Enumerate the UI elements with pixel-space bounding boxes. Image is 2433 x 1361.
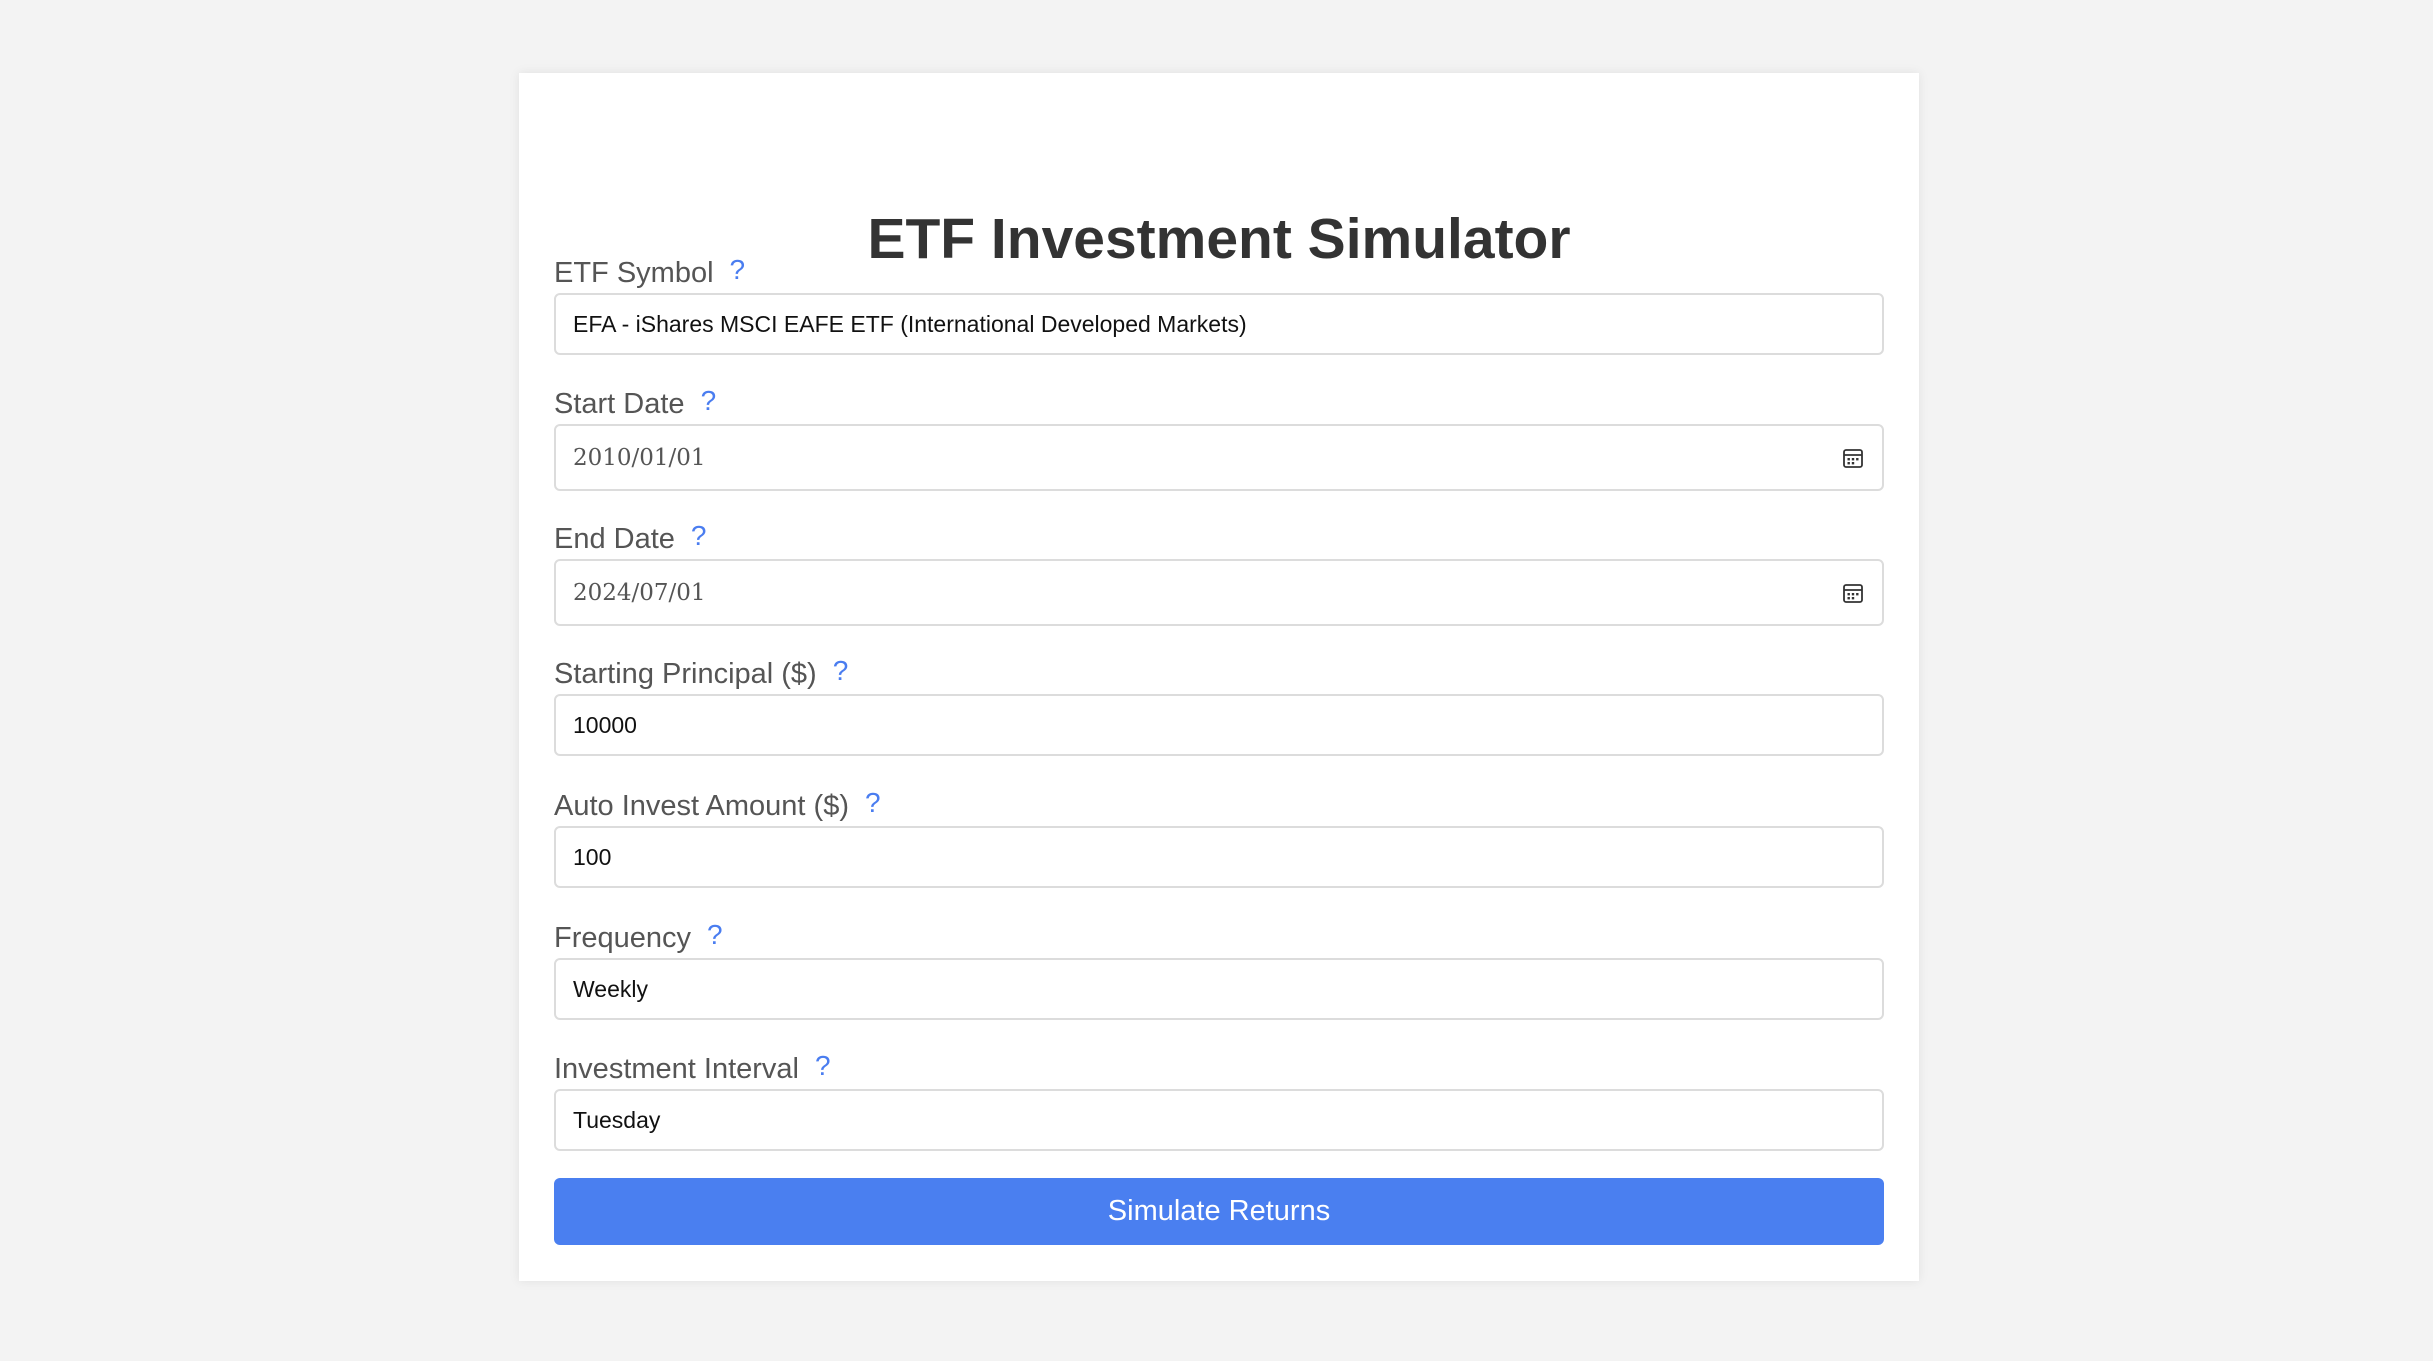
simulator-card: ETF Investment Simulator ETF Symbol ? EF…: [519, 73, 1919, 1281]
start-date-input[interactable]: 2010/01/01: [554, 424, 1884, 491]
auto-invest-amount-input[interactable]: 100: [554, 826, 1884, 888]
frequency-label: Frequency: [554, 922, 692, 954]
end-date-label: End Date: [554, 523, 675, 555]
start-date-field: Start Date ? 2010/01/01: [554, 383, 1884, 491]
end-date-field: End Date ? 2024/07/01: [554, 518, 1884, 626]
investment-interval-label-row: Investment Interval ?: [554, 1048, 1884, 1087]
start-date-value: 2010/01/01: [573, 444, 706, 471]
help-icon[interactable]: ?: [815, 1048, 831, 1084]
calendar-icon[interactable]: [1842, 582, 1864, 604]
investment-interval-select[interactable]: Tuesday: [554, 1089, 1884, 1151]
etf-symbol-label: ETF Symbol: [554, 257, 714, 289]
starting-principal-label-row: Starting Principal ($) ?: [554, 653, 1884, 692]
etf-symbol-value: EFA - iShares MSCI EAFE ETF (Internation…: [573, 310, 1247, 337]
etf-symbol-field: ETF Symbol ? EFA - iShares MSCI EAFE ETF…: [554, 252, 1884, 355]
help-icon[interactable]: ?: [865, 785, 881, 821]
help-icon[interactable]: ?: [701, 383, 717, 419]
simulate-returns-button[interactable]: Simulate Returns: [554, 1178, 1884, 1245]
starting-principal-input[interactable]: 10000: [554, 694, 1884, 756]
auto-invest-amount-value: 100: [573, 843, 612, 870]
investment-interval-label: Investment Interval: [554, 1053, 799, 1085]
end-date-input[interactable]: 2024/07/01: [554, 559, 1884, 626]
etf-symbol-select[interactable]: EFA - iShares MSCI EAFE ETF (Internation…: [554, 293, 1884, 355]
investment-interval-value: Tuesday: [573, 1106, 661, 1133]
auto-invest-amount-label: Auto Invest Amount ($): [554, 790, 849, 822]
frequency-select[interactable]: Weekly: [554, 958, 1884, 1020]
frequency-field: Frequency ? Weekly: [554, 917, 1884, 1020]
help-icon[interactable]: ?: [691, 518, 707, 554]
help-icon[interactable]: ?: [707, 917, 723, 953]
auto-invest-amount-label-row: Auto Invest Amount ($) ?: [554, 785, 1884, 824]
start-date-label: Start Date: [554, 388, 685, 420]
auto-invest-amount-field: Auto Invest Amount ($) ? 100: [554, 785, 1884, 888]
help-icon[interactable]: ?: [833, 653, 849, 689]
starting-principal-field: Starting Principal ($) ? 10000: [554, 653, 1884, 756]
help-icon[interactable]: ?: [730, 252, 746, 288]
frequency-value: Weekly: [573, 975, 648, 1002]
end-date-value: 2024/07/01: [573, 579, 706, 606]
start-date-label-row: Start Date ?: [554, 383, 1884, 422]
end-date-label-row: End Date ?: [554, 518, 1884, 557]
frequency-label-row: Frequency ?: [554, 917, 1884, 956]
etf-symbol-label-row: ETF Symbol ?: [554, 252, 1884, 291]
investment-interval-field: Investment Interval ? Tuesday: [554, 1048, 1884, 1151]
calendar-icon[interactable]: [1842, 447, 1864, 469]
starting-principal-value: 10000: [573, 711, 637, 738]
starting-principal-label: Starting Principal ($): [554, 658, 817, 690]
